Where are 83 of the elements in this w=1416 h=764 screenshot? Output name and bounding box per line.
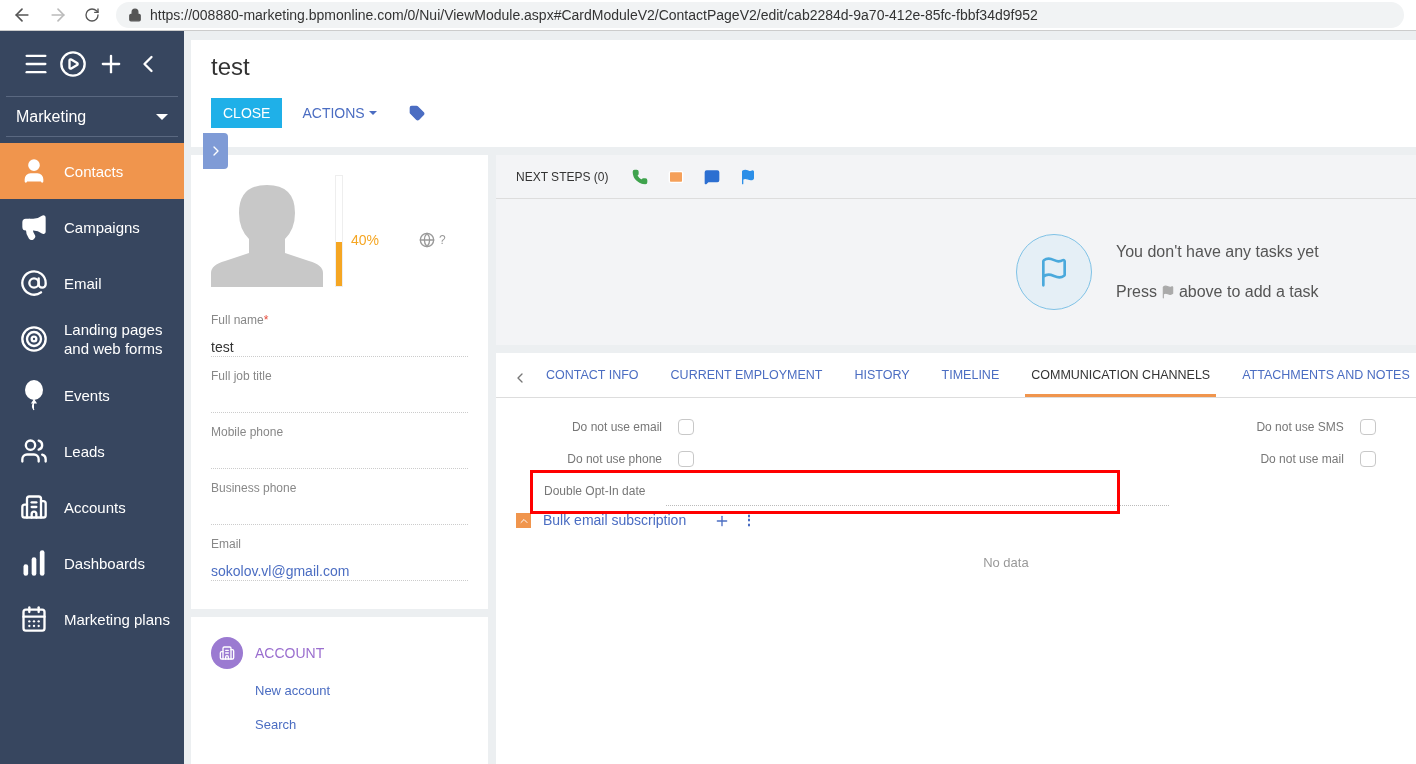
form-field[interactable]: Email sokolov.vl@gmail.com (211, 535, 468, 581)
nav-item[interactable]: Leads (0, 423, 184, 479)
nav-item[interactable]: Email (0, 255, 184, 311)
play-icon[interactable] (59, 49, 88, 78)
expand-tab[interactable] (203, 133, 228, 169)
flag-icon[interactable] (740, 168, 757, 185)
form-field[interactable]: Mobile phone (211, 423, 468, 469)
field-value: sokolov.vl@gmail.com (211, 562, 351, 581)
lock-icon (128, 8, 142, 22)
nav-label: Landing pages and web forms (64, 320, 164, 358)
nav-item[interactable]: Campaigns (0, 199, 184, 255)
account-link[interactable]: Search (255, 714, 468, 734)
field-label: Business phone (211, 480, 298, 497)
tab[interactable]: HISTORY (848, 366, 916, 397)
nav-item[interactable]: Events (0, 367, 184, 423)
next-steps-tab[interactable]: NEXT STEPS (0) (516, 167, 609, 186)
form-field[interactable]: Full job title (211, 367, 468, 413)
field-label: Email (211, 536, 242, 553)
empty-message: You don't have any tasks yet (1116, 242, 1319, 262)
field-label: Double Opt-In date (544, 483, 647, 500)
empty-state-text: No data (983, 554, 1029, 572)
account-title: ACCOUNT (255, 643, 325, 663)
checkbox[interactable] (678, 419, 694, 435)
tab[interactable]: COMMUNICATION CHANNELS (1025, 366, 1217, 397)
field-value: test (211, 338, 235, 357)
flag-icon (1160, 285, 1175, 299)
checkbox-label: Do not use email (571, 419, 662, 436)
people-icon (20, 437, 48, 465)
url-text: https://008880-marketing.bpmonline.com/0/Nui/ViewModule.aspx#CardModuleV2/ContactPageV2/edit/cab2284d-9a70-412e-85fc-fbbf34d9f952 (150, 5, 1038, 25)
nav-label: Leads (64, 441, 106, 461)
nav-item[interactable]: Marketing plans (0, 591, 184, 647)
nav-label: Email (64, 273, 103, 293)
field-label: Mobile phone (211, 424, 285, 441)
help-text: ? (439, 232, 446, 249)
actions-button[interactable]: ACTIONS (302, 102, 377, 124)
reload-icon[interactable] (84, 7, 100, 23)
caret-icon (368, 111, 377, 115)
hint-text: above to add a task (1178, 282, 1319, 302)
tab[interactable]: ATTACHMENTS AND NOTES (1236, 366, 1416, 397)
account-link[interactable]: New account (255, 681, 468, 701)
section-title[interactable]: Bulk email subscription (543, 510, 687, 531)
page-title: test (211, 52, 251, 82)
more-button[interactable]: ⋮ (742, 510, 757, 531)
form-field[interactable]: Full name* test (211, 311, 468, 357)
phone-icon[interactable] (632, 168, 649, 185)
collapse-toggle[interactable] (516, 513, 531, 528)
megaphone-icon (20, 213, 48, 241)
calendar-icon (20, 605, 48, 633)
bar-chart-icon (20, 549, 48, 577)
chat-icon[interactable] (704, 168, 721, 185)
field-label: Full name* (211, 312, 270, 329)
at-sign-icon (20, 269, 48, 297)
nav-label: Marketing plans (64, 609, 171, 629)
nav-item[interactable]: Dashboards (0, 535, 184, 591)
completeness-percent: 40% (351, 231, 380, 250)
tab[interactable]: TIMELINE (935, 366, 1006, 397)
nav-item[interactable]: Landing pages and web forms (0, 311, 184, 367)
field-label: Full job title (211, 368, 273, 385)
nav-label: Campaigns (64, 217, 141, 237)
nav-label: Events (64, 385, 111, 405)
tab[interactable]: CONTACT INFO (540, 366, 645, 397)
balloon-icon (22, 379, 46, 411)
building-icon (20, 493, 48, 521)
building-icon (219, 645, 235, 661)
checkbox-label: Do not use SMS (1256, 419, 1344, 436)
target-icon (20, 325, 48, 353)
checkbox[interactable] (1359, 419, 1376, 435)
checkbox[interactable] (1359, 451, 1376, 467)
nav-label: Dashboards (64, 553, 146, 573)
checkbox-label: Do not use phone (567, 451, 662, 468)
caret-icon (156, 113, 168, 120)
tag-icon[interactable] (408, 105, 425, 121)
nav-label: Accounts (64, 497, 127, 517)
tab[interactable]: CURRENT EMPLOYMENT (664, 366, 829, 397)
form-field[interactable]: Business phone (211, 479, 468, 525)
checkbox[interactable] (678, 451, 694, 467)
hint-text: Press (1116, 282, 1157, 302)
nav-item[interactable]: Accounts (0, 479, 184, 535)
checkbox-label: Do not use mail (1260, 451, 1344, 468)
required-mark: * (263, 313, 269, 327)
workplace-selector[interactable]: Marketing (6, 97, 178, 137)
nav-label: Contacts (64, 161, 125, 181)
address-bar[interactable]: https://008880-marketing.bpmonline.com/0/Nui/ViewModule.aspx#CardModuleV2/ContactPageV2/edit/cab2284d-9a70-412e-85fc-fbbf34d9f952 (116, 2, 1404, 28)
